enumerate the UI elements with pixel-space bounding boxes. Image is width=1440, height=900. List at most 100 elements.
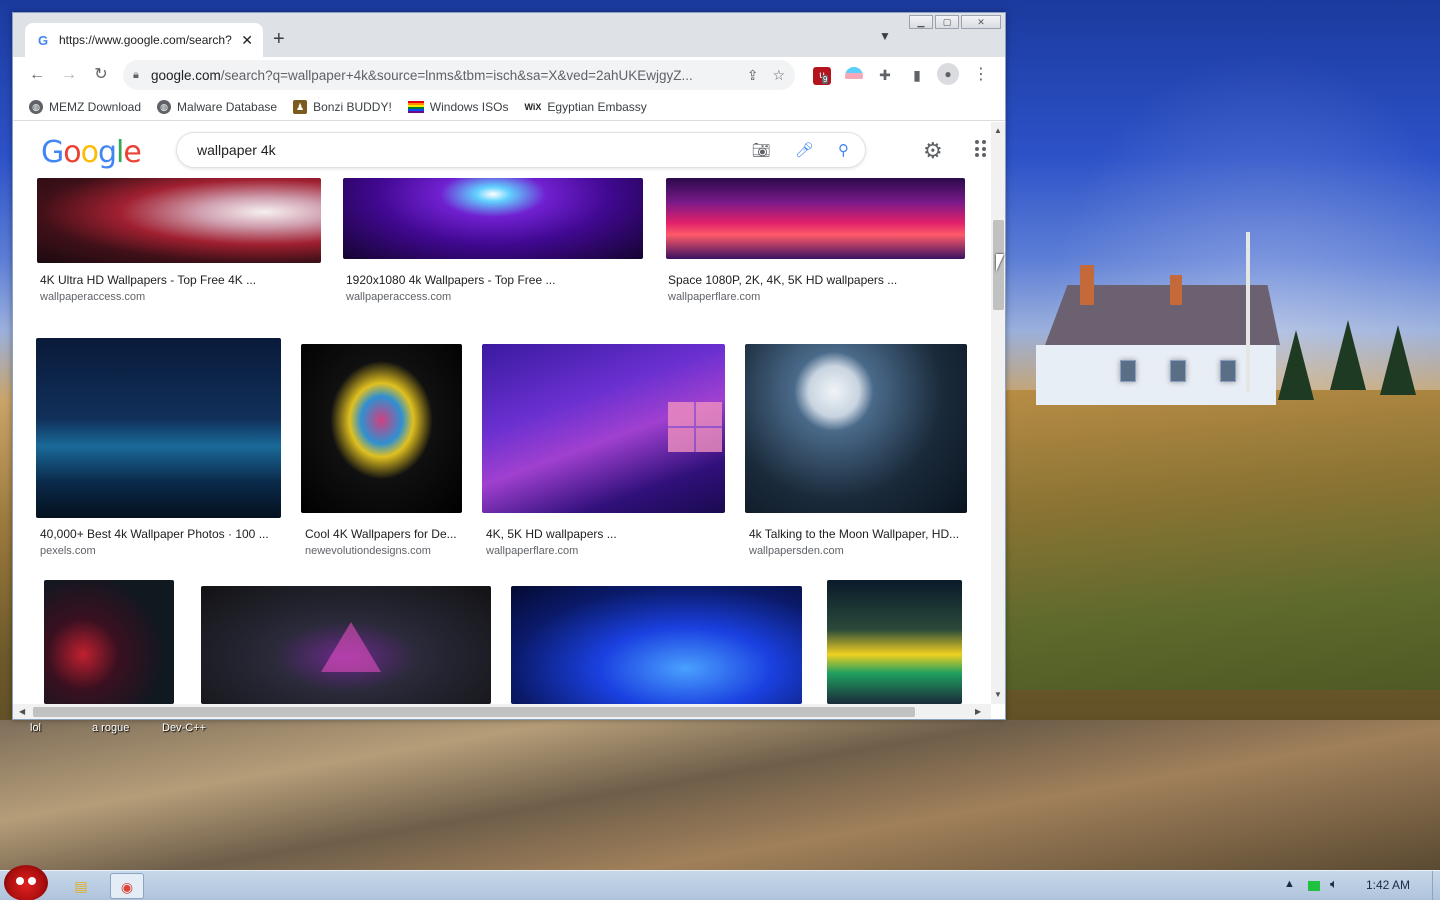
mouse-cursor-icon (996, 254, 1004, 272)
house-window (1120, 360, 1136, 382)
result-caption[interactable]: Cool 4K Wallpapers for De... (305, 527, 465, 541)
bookmark-label: Malware Database (177, 99, 278, 114)
scroll-up-arrow-icon[interactable]: ▲ (994, 126, 1002, 135)
url-text[interactable]: google.com/search?q=wallpaper+4k&source=… (151, 68, 733, 83)
vertical-scrollbar[interactable]: ▲ ▼ (991, 122, 1005, 704)
result-source[interactable]: wallpaperaccess.com (40, 291, 145, 303)
image-result-thumbnail[interactable] (745, 344, 967, 513)
result-source[interactable]: wallpaperflare.com (668, 291, 760, 303)
bonzi-icon: ♟ (293, 99, 308, 114)
bird-eye (28, 877, 36, 885)
network-icon[interactable] (1308, 881, 1320, 891)
scroll-down-arrow-icon[interactable]: ▼ (994, 690, 1002, 699)
image-result-thumbnail[interactable] (201, 586, 491, 704)
bookmark-egyptian-embassy[interactable]: WiX Egyptian Embassy (524, 100, 646, 114)
ublock-extension-icon[interactable]: u9 (813, 67, 831, 85)
image-result-thumbnail[interactable] (666, 178, 965, 259)
result-source[interactable]: pexels.com (40, 545, 96, 557)
bookmark-label: MEMZ Download (49, 99, 142, 114)
tab-google-search[interactable]: G https://www.google.com/search? ✕ (25, 23, 263, 57)
side-panel-icon[interactable]: ▮ (905, 63, 929, 87)
taskbar: ▤ ◉ ▲ 🔈︎ 1:42 AM (0, 865, 1440, 900)
address-bar[interactable]: 🔒︎ google.com/search?q=wallpaper+4k&sour… (123, 60, 795, 90)
volume-icon[interactable]: 🔈︎ (1330, 876, 1338, 892)
start-button-angry-bird-icon[interactable] (4, 865, 48, 900)
show-desktop-button[interactable] (1432, 871, 1440, 900)
grass-field (1005, 390, 1440, 690)
bookmark-memz-download[interactable]: ◍ MEMZ Download (29, 99, 142, 114)
microphone-icon[interactable]: 🎤︎ (795, 141, 814, 159)
image-result-thumbnail[interactable] (301, 344, 462, 513)
chrome-taskbar-icon[interactable]: ◉ (110, 873, 144, 899)
clock[interactable]: 1:42 AM (1366, 878, 1410, 892)
lock-icon: 🔒︎ (133, 68, 139, 81)
bookmark-star-icon[interactable]: ☆ (772, 67, 785, 84)
image-result-thumbnail[interactable] (827, 580, 962, 704)
image-result-thumbnail[interactable] (482, 344, 725, 513)
logo-letter: o (63, 135, 81, 170)
file-explorer-taskbar-icon[interactable]: ▤ (64, 873, 98, 899)
search-box[interactable]: wallpaper 4k 📷︎ 🎤︎ ⚲ (176, 132, 866, 168)
extensions-puzzle-icon[interactable]: ✚ (873, 63, 897, 87)
bookmarks-bar: ◍ MEMZ Download ◍ Malware Database ♟ Bon… (13, 93, 1005, 121)
google-logo[interactable]: Google (41, 135, 142, 170)
new-tab-button[interactable]: + (273, 28, 285, 50)
image-result-thumbnail[interactable] (343, 178, 643, 259)
extension-badge: 9 (822, 75, 829, 84)
share-icon[interactable]: ⇪ (747, 67, 759, 84)
horizontal-scroll-thumb[interactable] (33, 707, 915, 717)
desktop-icon-label-rogue[interactable]: a rogue (92, 722, 129, 734)
tab-strip: G https://www.google.com/search? ✕ + ▼ ▁… (13, 13, 1005, 57)
bookmark-windows-isos[interactable]: Windows ISOs (407, 100, 508, 114)
profile-avatar-icon[interactable]: ● (937, 63, 959, 85)
horizontal-scrollbar[interactable]: ◀ ▶ (13, 704, 991, 719)
search-query[interactable]: wallpaper 4k (197, 142, 728, 158)
back-arrow-icon[interactable]: ← (25, 63, 49, 87)
image-result-thumbnail[interactable] (511, 586, 802, 704)
result-caption[interactable]: Space 1080P, 2K, 4K, 5K HD wallpapers ..… (668, 273, 964, 287)
result-caption[interactable]: 4K Ultra HD Wallpapers - Top Free 4K ... (40, 273, 320, 287)
rainbow-flag-icon (407, 100, 424, 113)
minimize-button[interactable]: ▁ (909, 15, 933, 29)
tray-expand-arrow-icon[interactable]: ▲ (1284, 878, 1295, 890)
browser-toolbar: ← → ↻ 🔒︎ google.com/search?q=wallpaper+4… (13, 57, 1005, 93)
scroll-left-arrow-icon[interactable]: ◀ (19, 707, 25, 716)
bookmark-label: Egyptian Embassy (547, 99, 647, 114)
flag-extension-icon[interactable] (845, 67, 863, 85)
scroll-right-arrow-icon[interactable]: ▶ (975, 707, 981, 716)
house-window (1220, 360, 1236, 382)
image-result-thumbnail[interactable] (44, 580, 174, 704)
result-caption[interactable]: 40,000+ Best 4k Wallpaper Photos · 100 .… (40, 527, 280, 541)
tab-close-icon[interactable]: ✕ (241, 32, 253, 49)
logo-letter: l (116, 135, 124, 170)
house-wall (1036, 345, 1276, 405)
image-result-thumbnail[interactable] (37, 178, 321, 263)
tab-search-chevron-icon[interactable]: ▼ (879, 29, 891, 43)
result-caption[interactable]: 4k Talking to the Moon Wallpaper, HD... (749, 527, 967, 541)
result-source[interactable]: newevolutiondesigns.com (305, 545, 431, 557)
google-apps-icon[interactable] (975, 140, 989, 158)
desktop-icon-label-devcpp[interactable]: Dev-C++ (162, 722, 206, 734)
reload-icon[interactable]: ↻ (89, 63, 113, 87)
chimney (1080, 265, 1094, 305)
camera-lens-icon[interactable]: 📷︎ (752, 141, 771, 159)
result-caption[interactable]: 1920x1080 4k Wallpapers - Top Free ... (346, 273, 642, 287)
result-caption[interactable]: 4K, 5K HD wallpapers ... (486, 527, 724, 541)
settings-gear-icon[interactable]: ⚙ (923, 138, 943, 164)
bookmark-bonzi-buddy[interactable]: ♟ Bonzi BUDDY! (293, 99, 392, 114)
result-source[interactable]: wallpaperflare.com (486, 545, 578, 557)
image-result-thumbnail[interactable] (36, 338, 281, 518)
bookmark-malware-database[interactable]: ◍ Malware Database (157, 99, 278, 114)
forward-arrow-icon[interactable]: → (57, 63, 81, 87)
menu-kebab-icon[interactable]: ⋮ (969, 63, 993, 87)
result-source[interactable]: wallpaperaccess.com (346, 291, 451, 303)
close-window-button[interactable]: ✕ (961, 15, 1001, 29)
result-source[interactable]: wallpapersden.com (749, 545, 844, 557)
desktop-icon-label-lol[interactable]: lol (30, 722, 41, 734)
search-icon[interactable]: ⚲ (838, 141, 849, 159)
house-roof (1045, 285, 1280, 345)
maximize-button[interactable]: ▢ (935, 15, 959, 29)
pine-tree (1278, 330, 1314, 400)
house-window (1170, 360, 1186, 382)
rocks (0, 720, 1440, 870)
